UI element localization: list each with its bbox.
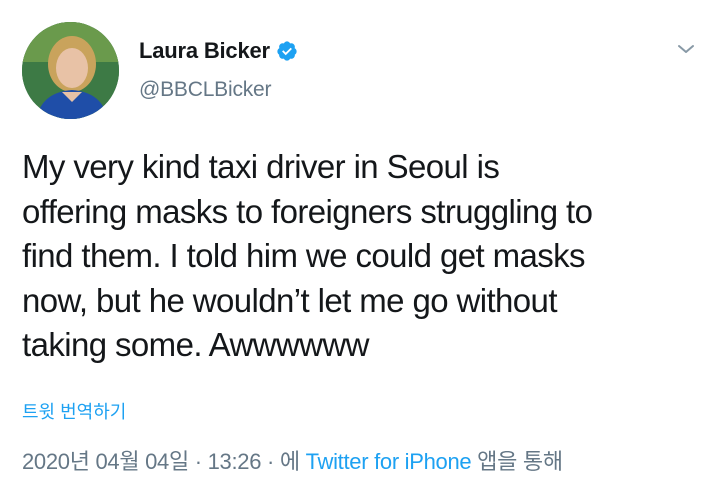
tweet-header: Laura Bicker @BBCLBicker (22, 22, 703, 122)
user-handle[interactable]: @BBCLBicker (139, 78, 298, 102)
meta-separator: · (188, 449, 208, 474)
avatar[interactable] (22, 22, 119, 119)
verified-badge-icon (276, 40, 298, 62)
source-app-link[interactable]: Twitter for iPhone (306, 449, 472, 474)
chevron-down-icon[interactable] (675, 38, 697, 60)
tweet-card: Laura Bicker @BBCLBicker My very kind ta… (0, 0, 719, 494)
avatar-image (22, 22, 119, 119)
name-row: Laura Bicker (139, 36, 298, 66)
display-name[interactable]: Laura Bicker (139, 38, 270, 64)
via-prefix: 에 (279, 449, 306, 474)
tweet-time[interactable]: 13:26 (208, 449, 262, 474)
via-suffix: 앱을 통해 (471, 449, 563, 474)
user-info: Laura Bicker @BBCLBicker (139, 36, 298, 102)
meta-separator: · (261, 449, 280, 474)
tweet-text: My very kind taxi driver in Seoul is off… (22, 148, 593, 363)
tweet-date[interactable]: 2020년 04월 04일 (22, 449, 189, 474)
translate-tweet-link[interactable]: 트윗 번역하기 (22, 398, 126, 424)
tweet-meta: 2020년 04월 04일 · 13:26 · 에 Twitter for iP… (22, 444, 563, 476)
